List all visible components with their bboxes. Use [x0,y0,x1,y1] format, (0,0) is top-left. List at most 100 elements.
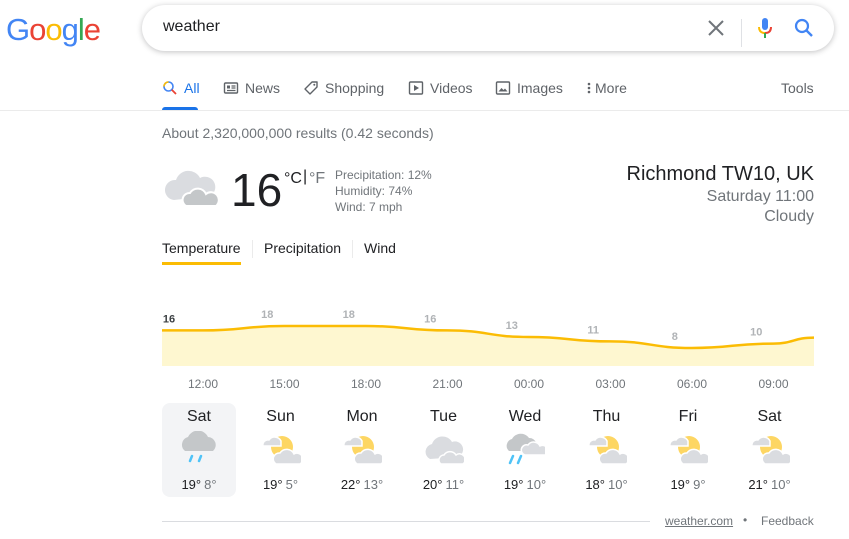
tab-label: All [184,80,200,96]
day-name: Tue [430,408,457,425]
tools-button[interactable]: Tools [781,80,814,96]
partly-cloudy-icon [750,436,790,465]
low-temp: 10° [771,477,791,492]
day-temps: 19° 10° [488,477,562,492]
tab-images[interactable]: Images [495,80,563,96]
weather-datetime: Saturday 11:00 [706,188,814,205]
forecast-day[interactable]: Sat 21° 10° [733,403,807,497]
cloudy-icon [164,170,220,207]
feedback-link[interactable]: Feedback [761,514,814,528]
tab-label: More [595,80,627,96]
time-tick-label: 03:00 [595,377,626,391]
day-temps: 19° 8° [162,477,236,492]
logo-letter: o [29,12,46,47]
time-tick-label: 09:00 [758,377,789,391]
low-temp: 13° [363,477,384,492]
tab-news[interactable]: News [223,80,280,96]
tab-label: Images [517,80,563,96]
tab-wind[interactable]: Wind [364,240,396,256]
day-name: Fri [678,408,698,425]
time-tick-label: 21:00 [432,377,463,391]
voice-search-button[interactable] [754,16,776,40]
weather-details: Precipitation: 12% Humidity: 74% Wind: 7… [335,167,432,215]
time-tick-label: 18:00 [350,377,382,391]
forecast-day[interactable]: Sat 19° 8° [162,403,236,497]
day-name: Thu [592,408,621,425]
tab-more[interactable]: More [586,80,627,96]
high-temp: 19° [670,477,691,492]
logo-letter: o [45,12,62,47]
partly-cloudy-icon [669,436,708,465]
tab-shopping[interactable]: Shopping [303,80,384,96]
day-name: Wed [508,408,542,425]
partly-cloudy-icon [261,436,301,465]
more-vert-icon [587,82,591,94]
partly-cloudy-icon [587,436,627,465]
humidity: Humidity: 74% [335,184,413,198]
day-temps: 20° 11° [407,477,481,492]
forecast-day[interactable]: Mon 22° 13° [325,403,399,497]
time-axis: 12:00 15:00 18:00 21:00 00:00 03:00 06:00 09:00 [162,377,814,393]
rain-cloud-icon [182,431,216,463]
high-temp: 20° [422,477,443,492]
logo-letter: G [6,12,30,47]
celsius-toggle[interactable]: °C [284,170,302,188]
tab-videos[interactable]: Videos [408,80,473,96]
forecast-day[interactable]: Wed 19° 10° [488,403,562,497]
day-name: Mon [346,408,378,425]
forecast-day[interactable]: Thu 18° 10° [570,403,644,497]
temperature-data-label: 18 [343,309,355,321]
temperature-chart[interactable]: 16 18 18 16 13 11 8 10 [162,298,814,366]
mic-icon [758,18,772,38]
google-logo[interactable]: Google [6,12,101,48]
weather-tab-indicator [162,262,241,265]
day-name: Sun [266,408,295,425]
high-temp: 18° [585,477,605,492]
search-button[interactable] [793,17,815,39]
partly-cloudy-icon [343,436,382,465]
tab-temperature[interactable]: Temperature [162,240,241,256]
temperature-chart-svg: 16 18 18 16 13 11 8 10 [162,309,814,366]
current-temperature: 16 [231,164,283,216]
day-name: Sat [186,408,211,425]
high-temp: 19° [262,477,283,492]
fahrenheit-toggle[interactable]: °F [309,170,325,188]
search-divider [741,19,742,47]
search-icon [163,81,177,95]
tab-all[interactable]: All [162,80,200,96]
high-temp: 22° [340,477,361,492]
day-temps: 22° 13° [325,477,399,492]
low-temp: 10° [526,477,547,492]
day-temps: 19° 5° [244,477,318,492]
day-temps: 18° 10° [570,477,644,492]
forecast-day[interactable]: Tue 20° 11° [407,403,481,497]
clear-search-button[interactable] [705,17,727,39]
low-temp: 8° [204,477,217,492]
time-tick-label: 12:00 [187,377,219,391]
search-input[interactable] [163,18,683,36]
weather-condition: Cloudy [764,208,814,225]
low-temp: 11° [445,477,465,492]
forecast-day[interactable]: Fri 19° 9° [651,403,725,497]
tabs-divider [0,110,849,111]
tab-precipitation[interactable]: Precipitation [264,240,341,256]
image-icon [495,81,511,95]
location-block: Richmond TW10, UK Saturday 11:00 Cloudy [627,161,814,227]
temperature-data-label: 18 [261,309,273,321]
low-temp: 9° [693,477,706,492]
unit-separator: | [303,168,308,185]
search-box [142,5,834,51]
source-link[interactable]: weather.com [665,514,733,528]
tab-label: News [245,80,281,96]
tab-label: Shopping [325,80,385,96]
daily-forecast: Sat 19° 8° Sun 19° 5° Mon 22° 13° Tue 20° 11° Wed 19°… [162,403,814,497]
time-tick-label: 06:00 [676,377,708,391]
time-tick-label: 00:00 [513,377,545,391]
low-temp: 5° [285,477,299,492]
logo-letter: g [61,12,79,47]
cloudy-icon [425,436,464,465]
high-temp: 21° [748,477,768,492]
result-stats: About 2,320,000,000 results (0.42 second… [162,125,434,141]
forecast-day[interactable]: Sun 19° 5° [244,403,318,497]
day-temps: 19° 9° [651,477,725,492]
